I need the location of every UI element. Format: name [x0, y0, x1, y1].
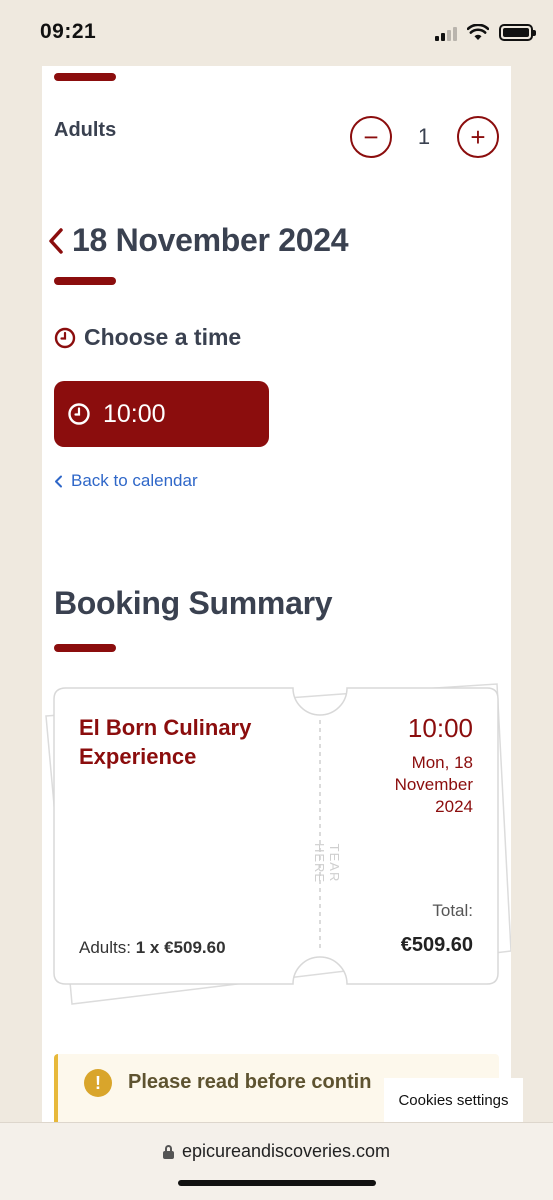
- increase-adults-button[interactable]: +: [457, 116, 499, 158]
- status-time: 09:21: [40, 20, 97, 43]
- battery-icon: [499, 24, 536, 41]
- adults-label: Adults: [54, 119, 117, 141]
- ticket-date: Mon, 18 November 2024: [394, 753, 473, 816]
- ticket-time: 10:00: [407, 713, 473, 743]
- total-value: €509.60: [400, 934, 473, 956]
- decrease-adults-button[interactable]: −: [350, 116, 392, 158]
- back-to-calendar-link[interactable]: Back to calendar: [54, 471, 198, 491]
- adults-count: 1: [417, 124, 431, 149]
- status-bar: 09:21: [0, 0, 553, 66]
- previous-date-chevron-icon[interactable]: [46, 226, 66, 256]
- tear-here-label: TEAR HERE: [312, 842, 342, 884]
- home-indicator[interactable]: [178, 1180, 376, 1186]
- warning-icon: !: [84, 1069, 112, 1097]
- cookies-settings-button[interactable]: Cookies settings: [384, 1078, 523, 1122]
- back-to-calendar-label: Back to calendar: [71, 471, 198, 490]
- choose-time-label: Choose a time: [84, 324, 242, 350]
- adults-price-detail: 1 x €509.60: [135, 938, 226, 957]
- cellular-signal-icon: [435, 25, 457, 41]
- clock-icon: [54, 327, 76, 348]
- adults-price-line: Adults: 1 x €509.60: [79, 938, 226, 958]
- adults-price-prefix: Adults:: [79, 938, 131, 957]
- section-accent-bar: [54, 644, 116, 652]
- url-text: epicureandiscoveries.com: [181, 1141, 391, 1161]
- lock-icon: [162, 1144, 174, 1159]
- total-label: Total:: [432, 901, 473, 920]
- date-header: 18 November 2024: [46, 222, 349, 259]
- selected-date-title: 18 November 2024: [72, 222, 349, 258]
- section-accent-bar: [54, 73, 116, 81]
- status-icons: [435, 24, 536, 41]
- experience-name: El Born Culinary Experience: [79, 715, 252, 769]
- browser-url-bar[interactable]: epicureandiscoveries.com: [0, 1122, 553, 1200]
- chevron-left-icon: [55, 475, 62, 487]
- booking-card: Adults − 1 + 18 November 2024 Choose a t…: [42, 66, 511, 1122]
- url-display[interactable]: epicureandiscoveries.com: [0, 1141, 553, 1162]
- clock-icon: [68, 403, 90, 425]
- booking-summary-title: Booking Summary: [54, 585, 333, 621]
- choose-time-heading: Choose a time: [54, 324, 241, 351]
- wifi-icon: [467, 24, 489, 40]
- section-accent-bar: [54, 277, 116, 285]
- time-slot-button[interactable]: 10:00: [54, 381, 269, 447]
- time-slot-label: 10:00: [103, 399, 166, 428]
- notice-text: Please read before contin: [128, 1071, 372, 1093]
